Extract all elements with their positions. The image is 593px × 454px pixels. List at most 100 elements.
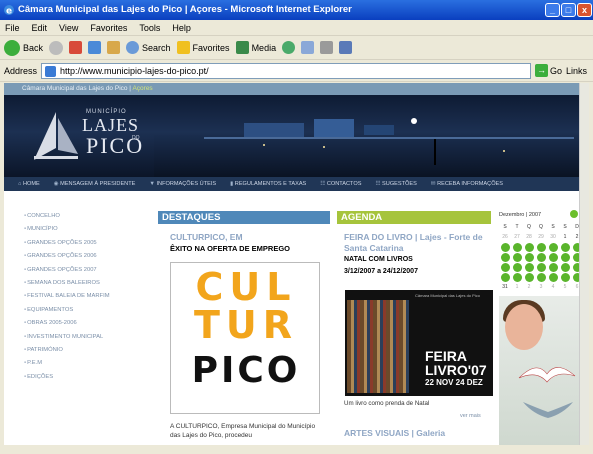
calendar-weekday: S xyxy=(563,224,567,230)
refresh-icon[interactable] xyxy=(88,41,102,54)
history-icon[interactable] xyxy=(282,41,296,54)
close-button[interactable]: x xyxy=(577,3,592,17)
sidebar-item-concelho[interactable]: ▪CONCELHO xyxy=(24,210,154,223)
menu-favorites[interactable]: Favorites xyxy=(90,20,127,35)
calendar-day[interactable]: 31 xyxy=(499,282,511,292)
nav-receba[interactable]: ✉ RECEBA INFORMAÇÕES xyxy=(431,181,503,187)
side-photo-collage xyxy=(499,296,589,445)
back-button[interactable]: Back xyxy=(4,39,43,56)
nav-regulamentos[interactable]: ▮ REGULAMENTOS E TAXAS xyxy=(230,181,306,187)
sidebar-item-obras[interactable]: ▪OBRAS 2005-2006 xyxy=(24,317,154,330)
culturpico-logo[interactable]: CUL TUR PICO xyxy=(170,262,320,414)
calendar-day[interactable] xyxy=(523,262,535,272)
calendar-day[interactable] xyxy=(559,242,571,252)
calendar-day[interactable] xyxy=(547,272,559,282)
window-title: Câmara Municipal das Lajes do Pico | Aço… xyxy=(18,4,352,15)
calendar-day[interactable] xyxy=(535,262,547,272)
calendar-day[interactable] xyxy=(523,242,535,252)
calendar-day[interactable] xyxy=(559,252,571,262)
back-arrow-icon xyxy=(4,39,20,56)
books-photo xyxy=(347,300,409,393)
links-label[interactable]: Links xyxy=(566,66,587,76)
calendar-day[interactable] xyxy=(523,272,535,282)
calendar-weekday: Q xyxy=(539,224,543,230)
sidebar-item-festival-baleia[interactable]: ▪FESTIVAL BALEIA DE MARFIM xyxy=(24,290,154,303)
calendar-day[interactable] xyxy=(499,262,511,272)
sidebar-item-edicoes[interactable]: ▪EDIÇÕES xyxy=(24,371,154,384)
sidebar-item-grandes-opcoes-2005[interactable]: ▪GRANDES OPÇÕES 2005 xyxy=(24,237,154,250)
go-arrow-icon: → xyxy=(535,64,549,77)
sidebar-item-semana-baleeiros[interactable]: ▪SEMANA DOS BALEEIROS xyxy=(24,277,154,290)
calendar-day[interactable] xyxy=(547,242,559,252)
sidebar-item-investimento[interactable]: ▪INVESTIMENTO MUNICIPAL xyxy=(24,331,154,344)
menu-file[interactable]: File xyxy=(5,20,20,35)
calendar-day-marker xyxy=(548,252,558,262)
person-photo xyxy=(505,304,543,350)
nav-home[interactable]: ⌂ HOME xyxy=(18,181,40,187)
media-button[interactable]: Media xyxy=(235,41,276,54)
calendar-day[interactable] xyxy=(559,272,571,282)
sidebar-item-grandes-opcoes-2007[interactable]: ▪GRANDES OPÇÕES 2007 xyxy=(24,264,154,277)
edit-icon[interactable] xyxy=(339,41,353,54)
nav-contactos[interactable]: ☷ CONTACTOS xyxy=(320,181,361,187)
stop-icon[interactable] xyxy=(69,41,83,54)
calendar-day: 1 xyxy=(515,284,519,290)
forward-arrow-icon[interactable] xyxy=(49,40,64,55)
calendar-day-marker xyxy=(560,242,570,252)
prev-month-icon[interactable] xyxy=(570,210,578,218)
menu-help[interactable]: Help xyxy=(172,20,191,35)
menu-view[interactable]: View xyxy=(59,20,78,35)
calendar: Dezembro | 2007 S T Q Q S S D 26 27 28 29 30 1 2 31 1 2 3… xyxy=(499,210,589,292)
maximize-button[interactable]: □ xyxy=(561,3,576,17)
sidebar-item-grandes-opcoes-2006[interactable]: ▪GRANDES OPÇÕES 2006 xyxy=(24,250,154,263)
mail-icon[interactable] xyxy=(301,41,315,54)
menu-tools[interactable]: Tools xyxy=(139,20,160,35)
agenda-title[interactable]: FEIRA DO LIVRO | Lajes - Forte de Santa … xyxy=(344,232,494,254)
vertical-scrollbar[interactable] xyxy=(579,83,589,445)
search-button[interactable]: Search xyxy=(126,41,171,54)
calendar-day[interactable] xyxy=(511,262,523,272)
page-icon xyxy=(45,65,57,77)
sidebar-item-patrimonio[interactable]: ▪PATRIMÓNIO xyxy=(24,344,154,357)
calendar-day[interactable] xyxy=(511,272,523,282)
calendar-day[interactable] xyxy=(535,252,547,262)
nav-mensagem[interactable]: ◉ MENSAGEM À PRESIDENTE xyxy=(54,181,136,187)
calendar-day[interactable] xyxy=(511,242,523,252)
ver-mais-link[interactable]: ver mais xyxy=(460,413,481,419)
calendar-day[interactable] xyxy=(559,262,571,272)
calendar-day[interactable] xyxy=(511,252,523,262)
calendar-day[interactable] xyxy=(547,252,559,262)
calendar-day-marker xyxy=(560,272,570,282)
calendar-day[interactable] xyxy=(499,252,511,262)
calendar-day[interactable] xyxy=(547,262,559,272)
home-icon[interactable] xyxy=(107,41,121,54)
nav-informacoes[interactable]: ▼ INFORMAÇÕES ÚTEIS xyxy=(149,181,216,187)
bullet-icon: ▪ xyxy=(24,213,27,219)
calendar-day[interactable] xyxy=(535,242,547,252)
site-nav: ⌂ HOME ◉ MENSAGEM À PRESIDENTE ▼ INFORMA… xyxy=(4,177,579,191)
bullet-icon: ▪ xyxy=(24,333,27,340)
agenda-next-title[interactable]: ARTES VISUAIS | Galeria xyxy=(344,428,445,438)
print-icon[interactable] xyxy=(320,41,334,54)
star-icon xyxy=(176,41,190,54)
calendar-day[interactable] xyxy=(499,272,511,282)
calendar-weekday: S xyxy=(503,224,507,230)
sidebar-item-municipio[interactable]: ▪MUNICÍPIO xyxy=(24,223,154,236)
feira-livro-poster[interactable]: Câmara Municipal das Lajes do Pico FEIRA… xyxy=(345,290,493,396)
nav-sugestoes[interactable]: ☷ SUGESTÕES xyxy=(375,181,416,187)
calendar-day[interactable] xyxy=(499,242,511,252)
calendar-day[interactable]: 1 xyxy=(559,232,571,242)
calendar-day: 26 xyxy=(502,234,508,240)
sidebar-item-pem[interactable]: ▪P.E.M xyxy=(24,357,154,370)
menu-edit[interactable]: Edit xyxy=(32,20,48,35)
address-input[interactable]: http://www.municipio-lajes-do-pico.pt/ xyxy=(41,62,532,79)
calendar-day[interactable] xyxy=(523,252,535,262)
calendar-day[interactable] xyxy=(535,272,547,282)
sidebar-item-equipamentos[interactable]: ▪EQUIPAMENTOS xyxy=(24,304,154,317)
favorites-button[interactable]: Favorites xyxy=(176,41,230,54)
destaque-title[interactable]: CULTURPICO, EM xyxy=(170,232,243,242)
bullet-icon: ▪ xyxy=(24,320,27,327)
title-bar: e Câmara Municipal das Lajes do Pico | A… xyxy=(0,0,593,20)
go-button[interactable]: → Go xyxy=(535,64,562,77)
minimize-button[interactable]: _ xyxy=(545,3,560,17)
